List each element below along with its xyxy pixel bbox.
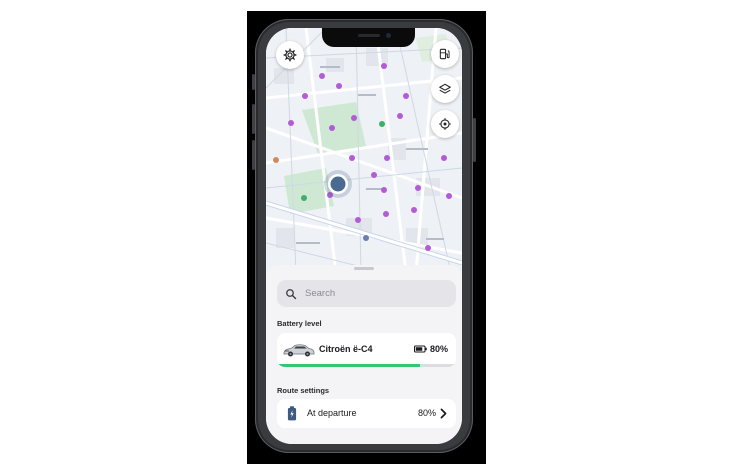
battery-progress-bar — [277, 364, 456, 367]
battery-icon — [413, 345, 427, 353]
charging-stations-button[interactable] — [431, 40, 459, 68]
vehicle-battery-card[interactable]: Citroën ë-C4 80% — [277, 333, 456, 367]
settings-button[interactable] — [276, 41, 304, 69]
battery-level-heading: Battery level — [277, 319, 322, 328]
phone-power-button — [473, 118, 476, 162]
battery-charge-icon — [287, 406, 297, 421]
vehicle-battery-status: 80% — [413, 344, 448, 354]
gear-icon — [283, 48, 297, 62]
recenter-location-button[interactable] — [431, 110, 459, 138]
vehicle-battery-percent: 80% — [429, 344, 448, 354]
search-field[interactable]: Search — [277, 280, 456, 307]
car-icon — [283, 344, 315, 357]
search-icon — [286, 288, 297, 299]
route-setting-label: At departure — [307, 408, 357, 418]
bottom-sheet[interactable]: Search Battery level Citroën ë-C4 80% Ro… — [266, 265, 462, 444]
crosshair-icon — [439, 118, 451, 130]
app-screen: Search Battery level Citroën ë-C4 80% Ro… — [266, 28, 462, 444]
route-settings-heading: Route settings — [277, 386, 330, 395]
map-layers-button[interactable] — [431, 75, 459, 103]
layers-icon — [439, 83, 451, 94]
route-setting-at-departure[interactable]: At departure 80% — [277, 399, 456, 428]
phone-notch — [322, 28, 415, 47]
sheet-grabber[interactable] — [354, 267, 374, 270]
route-setting-value: 80% — [417, 408, 436, 418]
charging-station-icon — [439, 48, 450, 60]
search-placeholder: Search — [305, 288, 336, 299]
chevron-right-icon — [440, 408, 447, 419]
battery-progress-fill — [277, 364, 421, 367]
vehicle-name: Citroën ë-C4 — [319, 344, 373, 354]
